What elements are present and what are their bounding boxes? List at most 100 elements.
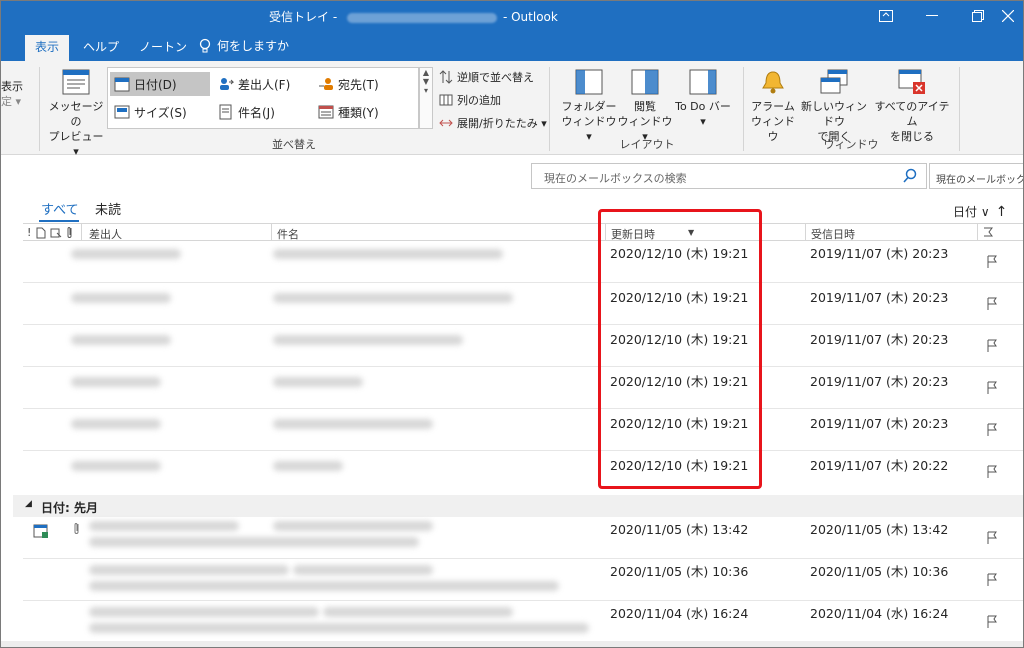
reading-pane-icon [631, 69, 659, 95]
tab-view[interactable]: 表示 [25, 35, 70, 61]
ribbon-display-options-icon[interactable] [863, 1, 909, 31]
expand-collapse-button[interactable]: 展開/折りたたみ ▾ [439, 115, 547, 131]
column-reminder-icon[interactable] [50, 227, 62, 239]
received-date: 2019/11/07 (木) 20:23 [810, 290, 949, 305]
add-columns-button[interactable]: 列の追加 [439, 92, 501, 108]
modified-date: 2020/12/10 (木) 19:21 [610, 332, 749, 347]
arrange-type[interactable]: 種類(Y) [314, 100, 414, 124]
modified-date: 2020/12/10 (木) 19:21 [610, 458, 749, 473]
flag-icon[interactable] [987, 531, 997, 545]
column-attachment-icon[interactable] [66, 226, 74, 239]
received-date: 2020/11/04 (水) 16:24 [810, 606, 949, 621]
arrange-subject-label: 件名(J) [238, 105, 275, 120]
mail-row[interactable]: 2020/11/05 (木) 13:42 2020/11/05 (木) 13:4… [23, 517, 1023, 559]
minimize-icon[interactable] [909, 1, 955, 31]
mail-row[interactable]: 2020/11/05 (木) 10:36 2020/11/05 (木) 10:3… [23, 559, 1023, 601]
tab-norton[interactable]: ノートン [129, 35, 197, 61]
message-preview-icon [62, 69, 90, 95]
recipient-icon [319, 78, 333, 90]
mail-row[interactable]: 2020/12/10 (木) 19:21 2019/11/07 (木) 20:2… [23, 325, 1023, 367]
group-header-label: 日付: 先月 [41, 501, 98, 515]
flag-icon[interactable] [987, 339, 997, 353]
received-date: 2019/11/07 (木) 20:23 [810, 246, 949, 261]
ribbon-separator [549, 67, 550, 151]
collapse-arrow-icon[interactable]: ◢ [25, 499, 32, 509]
flag-icon[interactable] [987, 297, 997, 311]
add-columns-icon [439, 94, 453, 106]
bottom-edge [1, 641, 1023, 647]
ribbon-partial-button[interactable]: 表示 定 ▾ [1, 79, 23, 109]
mail-row[interactable]: 2020/12/10 (木) 19:21 2019/11/07 (木) 20:2… [23, 241, 1023, 283]
reverse-sort-button[interactable]: 逆順で並べ替え [439, 69, 534, 85]
column-flag-icon[interactable] [983, 227, 993, 238]
arrange-size[interactable]: サイズ(S) [110, 100, 210, 124]
title-bar: 受信トレイ - - Outlook [1, 1, 1023, 31]
mail-row[interactable]: 2020/12/10 (木) 19:21 2019/11/07 (木) 20:2… [23, 451, 1023, 493]
todo-bar-button[interactable]: To Do バー ▾ [673, 69, 733, 129]
blurred-subject [293, 565, 433, 575]
blurred-preview [89, 581, 559, 591]
column-separator [977, 224, 978, 241]
sort-by-label[interactable]: 日付 ∨ [953, 203, 990, 220]
calendar-icon [114, 77, 130, 92]
reading-pane-label-1: 閲覧 [634, 100, 656, 113]
mail-row[interactable]: 2020/11/04 (水) 16:24 2020/11/04 (水) 16:2… [23, 601, 1023, 641]
column-received[interactable]: 受信日時 [811, 226, 855, 242]
tab-help[interactable]: ヘルプ [73, 35, 129, 61]
flag-icon[interactable] [987, 255, 997, 269]
group-sort-label: 並べ替え [272, 138, 316, 151]
ribbon-separator [743, 67, 744, 151]
blurred-subject [273, 461, 343, 471]
mail-row[interactable]: 2020/12/10 (木) 19:21 2019/11/07 (木) 20:2… [23, 367, 1023, 409]
meeting-calendar-icon [33, 524, 48, 538]
column-modified[interactable]: 更新日時 [611, 226, 655, 242]
modified-date: 2020/12/10 (木) 19:21 [610, 416, 749, 431]
arrange-subject[interactable]: 件名(J) [214, 100, 314, 124]
tell-me-box[interactable]: 何をしますか [199, 37, 289, 54]
filter-all[interactable]: すべて [41, 199, 79, 218]
flag-icon[interactable] [987, 615, 997, 629]
search-icon[interactable] [902, 168, 918, 184]
reading-pane-button[interactable]: 閲覧 ウィンドウ ▾ [617, 69, 673, 144]
sort-control[interactable]: 日付 ∨ ↑ [953, 203, 1007, 220]
arrange-to[interactable]: 宛先(T) [314, 72, 414, 96]
flag-icon[interactable] [987, 423, 997, 437]
close-all-icon [898, 69, 925, 94]
received-date: 2019/11/07 (木) 20:23 [810, 416, 949, 431]
flag-icon[interactable] [987, 381, 997, 395]
sort-direction-icon[interactable]: ↑ [996, 204, 1008, 220]
folder-pane-label-1: フォルダー [561, 100, 617, 113]
received-date: 2019/11/07 (木) 20:23 [810, 374, 949, 389]
sort-indicator-icon: ▼ [688, 228, 695, 237]
column-importance[interactable]: ! [27, 226, 31, 239]
mail-row[interactable]: 2020/12/10 (木) 19:21 2019/11/07 (木) 20:2… [23, 283, 1023, 325]
arrange-from-label: 差出人(F) [238, 77, 291, 92]
gallery-scroll[interactable]: ▲ ▼ ▾ [419, 67, 433, 129]
ribbon-separator [959, 67, 960, 151]
new-window-label-1: 新しいウィンドウ [801, 100, 867, 128]
search-box[interactable]: 現在のメールボックスの検索 [531, 163, 927, 189]
flag-icon[interactable] [987, 573, 997, 587]
mail-row[interactable]: 2020/12/10 (木) 19:21 2019/11/07 (木) 20:2… [23, 409, 1023, 451]
folder-pane-button[interactable]: フォルダー ウィンドウ ▾ [561, 69, 617, 144]
filter-unread[interactable]: 未読 [95, 199, 121, 218]
reminders-window-button[interactable]: アラーム ウィンドウ [747, 69, 799, 144]
reverse-sort-icon [439, 70, 453, 84]
group-header-last-month[interactable]: ◢ 日付: 先月 [13, 495, 1023, 517]
close-all-items-button[interactable]: すべてのアイテム を閉じる [871, 69, 953, 144]
search-scope-dropdown[interactable]: 現在のメールボックス [929, 163, 1023, 189]
modified-date: 2020/12/10 (木) 19:21 [610, 374, 749, 389]
flag-icon[interactable] [987, 465, 997, 479]
blurred-sender [71, 293, 171, 303]
column-subject[interactable]: 件名 [277, 226, 299, 242]
expand-collapse-label: 展開/折りたたみ ▾ [457, 117, 547, 130]
arrange-from[interactable]: 差出人(F) [214, 72, 314, 96]
blurred-preview [89, 623, 589, 633]
arrange-date[interactable]: 日付(D) [110, 72, 210, 96]
add-columns-label: 列の追加 [457, 94, 501, 107]
column-from[interactable]: 差出人 [89, 226, 122, 242]
column-item-icon[interactable] [36, 227, 46, 239]
open-new-window-button[interactable]: 新しいウィンドウ で開く [797, 69, 871, 144]
blurred-subject [323, 607, 513, 617]
close-icon[interactable] [991, 1, 1023, 31]
